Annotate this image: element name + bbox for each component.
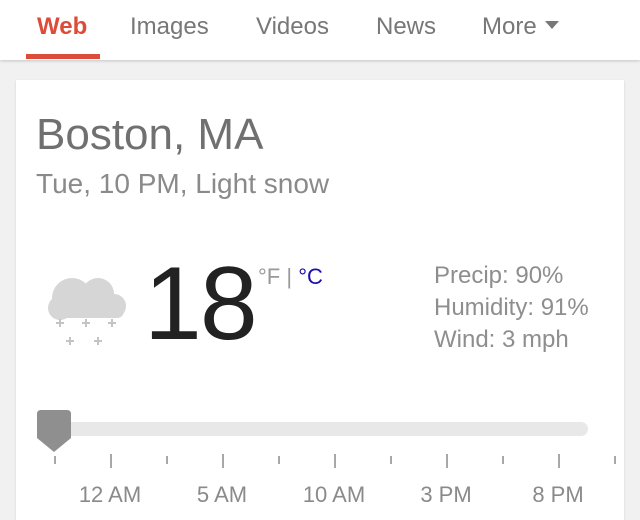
weather-details: Precip: 90% Humidity: 91% Wind: 3 mph — [434, 260, 589, 356]
minor-tick — [390, 456, 392, 464]
precip-text: Precip: 90% — [434, 262, 564, 289]
humidity-text: Humidity: 91% — [434, 294, 589, 321]
time-slider-track[interactable] — [40, 422, 588, 436]
time-label[interactable]: 3 PM — [420, 482, 471, 508]
major-tick — [334, 454, 336, 468]
time-slider-handle[interactable] — [37, 410, 71, 454]
tab-more-label: More — [482, 13, 537, 40]
time-label[interactable]: 8 PM — [532, 482, 583, 508]
tab-videos[interactable]: Videos — [256, 13, 329, 41]
tab-images[interactable]: Images — [130, 13, 209, 41]
location-title: Boston, MA — [36, 110, 264, 159]
minor-tick — [278, 456, 280, 464]
unit-toggle: °F | °C — [258, 264, 323, 290]
temperature-value: 18 — [144, 246, 258, 362]
unit-fahrenheit[interactable]: °F — [258, 264, 280, 289]
tab-web[interactable]: Web — [37, 13, 87, 41]
active-tab-indicator — [26, 54, 100, 59]
caret-down-icon — [544, 20, 559, 29]
search-tabs-bar: Web Images Videos News More — [0, 0, 640, 60]
snow-cloud-icon — [48, 278, 126, 345]
tab-news[interactable]: News — [376, 13, 436, 41]
unit-celsius[interactable]: °C — [298, 264, 323, 289]
major-tick — [110, 454, 112, 468]
major-tick — [558, 454, 560, 468]
major-tick — [446, 454, 448, 468]
minor-tick — [614, 456, 616, 464]
minor-tick — [166, 456, 168, 464]
tab-more[interactable]: More — [482, 13, 559, 41]
minor-tick — [54, 456, 56, 464]
weather-card: Boston, MA Tue, 10 PM, Light snow 18 °F … — [16, 80, 624, 520]
time-label[interactable]: 12 AM — [79, 482, 141, 508]
time-label[interactable]: 10 AM — [303, 482, 365, 508]
minor-tick — [502, 456, 504, 464]
major-tick — [222, 454, 224, 468]
weather-subtitle: Tue, 10 PM, Light snow — [36, 168, 330, 199]
time-label[interactable]: 5 AM — [197, 482, 247, 508]
wind-text: Wind: 3 mph — [434, 326, 569, 353]
unit-separator: | — [286, 264, 293, 289]
